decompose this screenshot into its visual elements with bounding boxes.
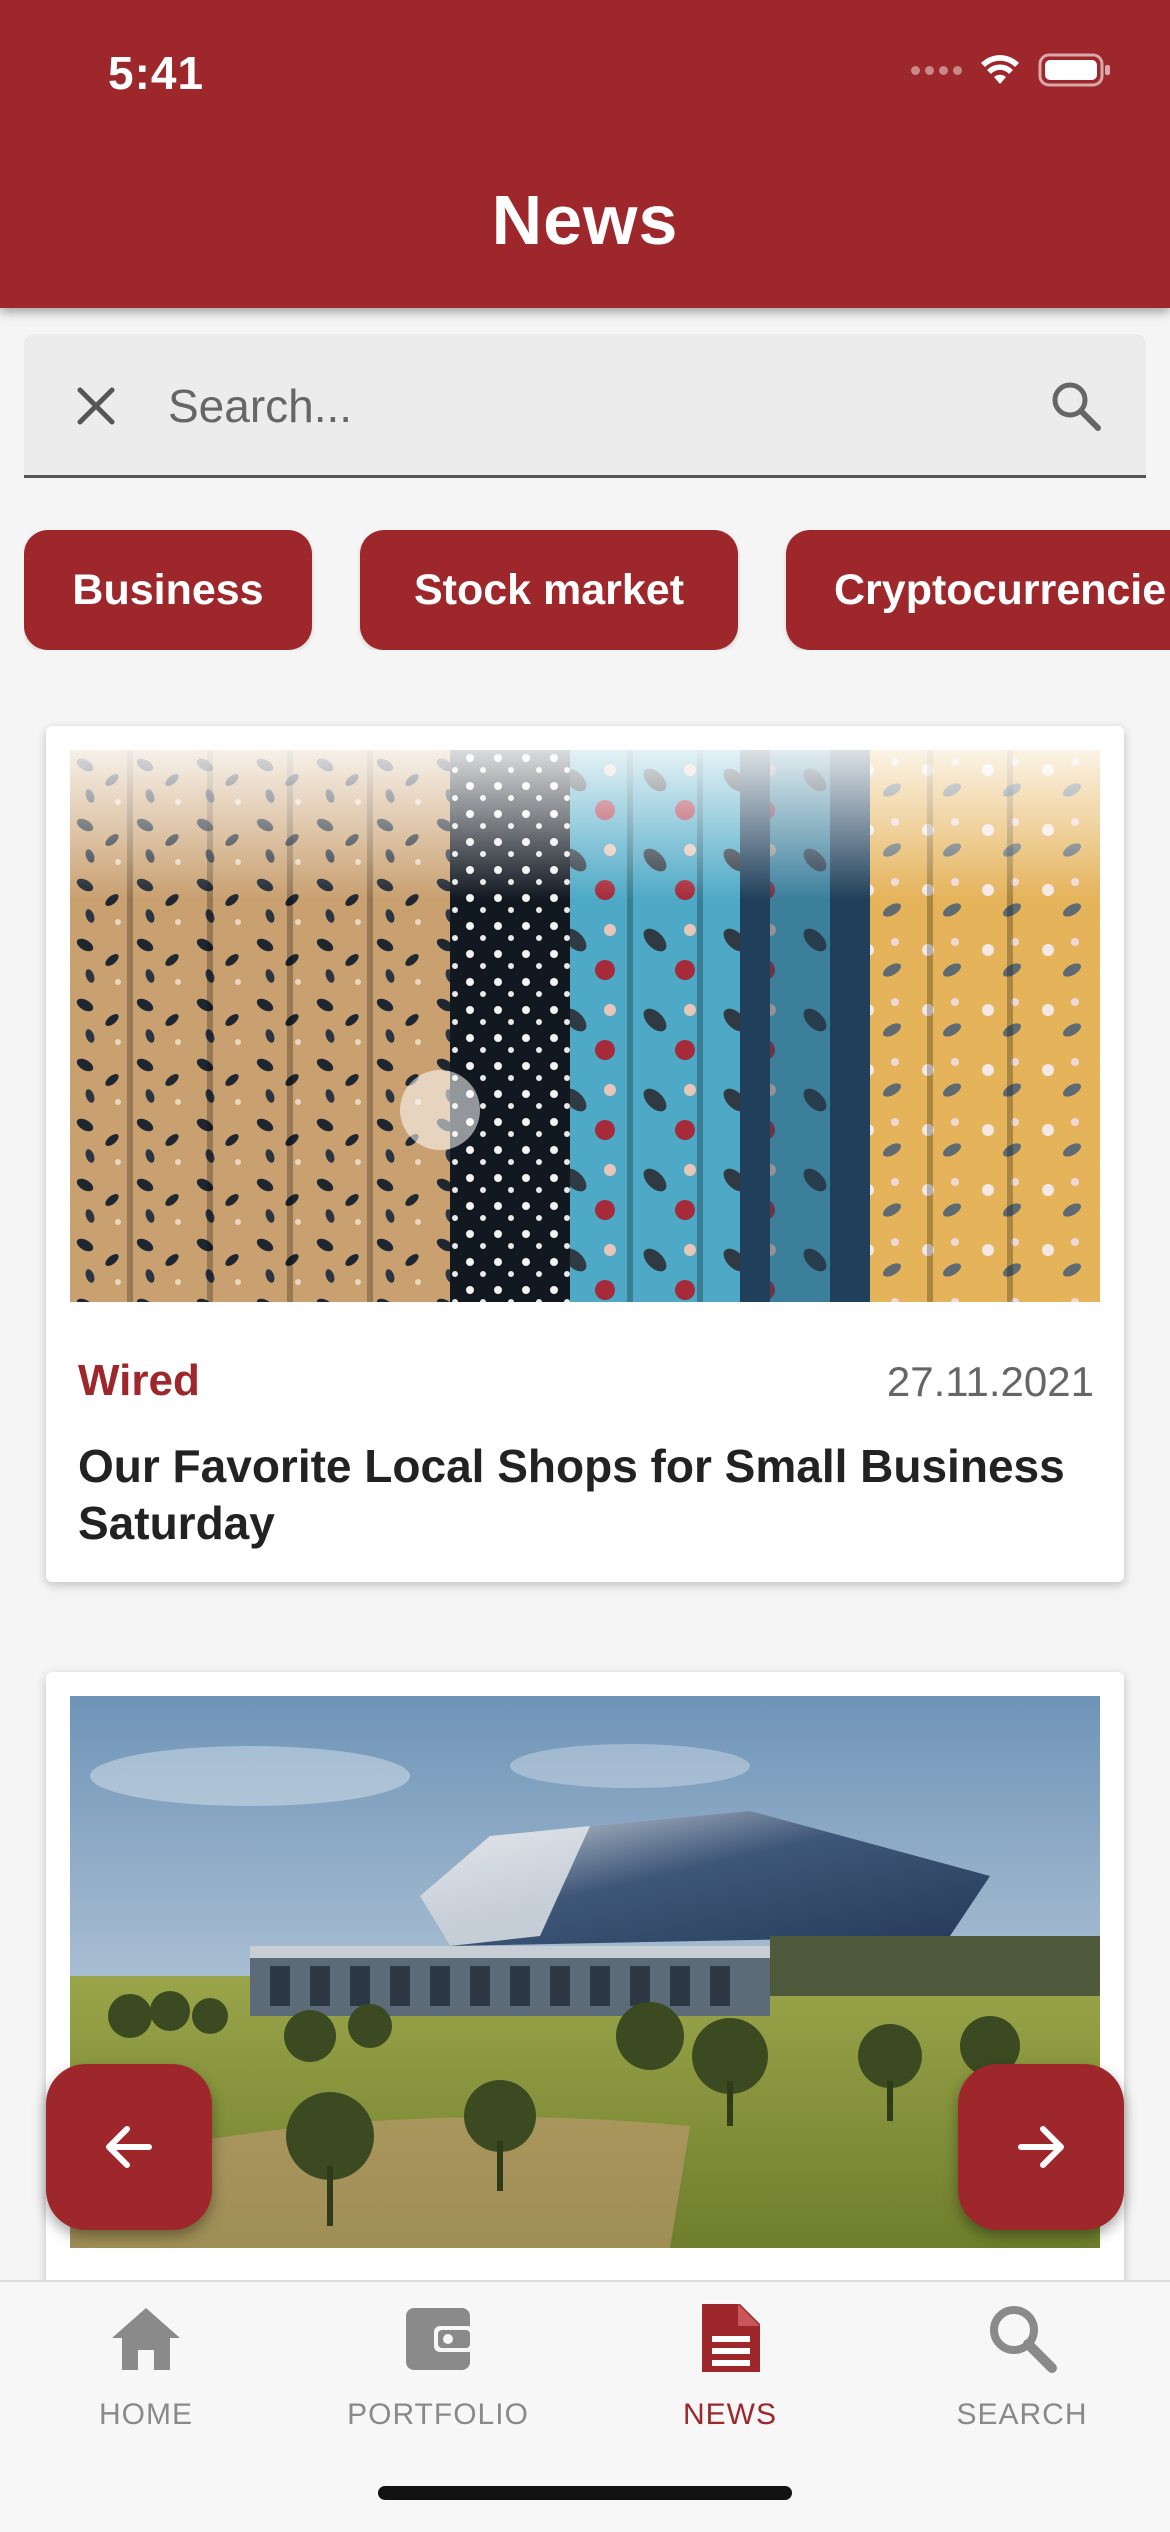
home-icon <box>112 2308 180 2370</box>
tab-search[interactable]: SEARCH <box>876 2282 1168 2452</box>
arrow-left-icon <box>106 2126 152 2168</box>
search-icon <box>990 2306 1057 2373</box>
close-icon[interactable] <box>66 376 126 436</box>
article-source: Wired <box>78 1356 200 1405</box>
tab-label: SEARCH <box>956 2398 1088 2431</box>
news-icon <box>702 2304 760 2372</box>
previous-button[interactable] <box>46 2064 212 2230</box>
tab-label: HOME <box>99 2398 193 2431</box>
article-image <box>70 750 1100 1302</box>
app-header: 5:41 News <box>0 0 1170 308</box>
tab-news[interactable]: NEWS <box>584 2282 876 2452</box>
news-screen: 5:41 News B <box>0 0 1170 2532</box>
wifi-icon <box>981 55 1019 84</box>
tab-label: PORTFOLIO <box>347 2398 529 2431</box>
search-icon[interactable] <box>1046 376 1106 436</box>
article-date: 27.11.2021 <box>886 1358 1094 1405</box>
tab-label: NEWS <box>683 2398 777 2431</box>
article-title[interactable]: Our Favorite Local Shops for Small Busin… <box>78 1438 1078 1552</box>
home-indicator <box>378 2486 792 2500</box>
arrow-right-icon <box>1018 2126 1064 2168</box>
page-title: News <box>491 181 679 259</box>
status-time: 5:41 <box>108 47 205 99</box>
next-button[interactable] <box>958 2064 1124 2230</box>
article-card[interactable]: Wired 27.11.2021 Our Favorite Local Shop… <box>46 726 1124 1582</box>
article-image <box>70 1696 1100 2248</box>
tab-home[interactable]: HOME <box>0 2282 292 2452</box>
chip-cryptocurrencies[interactable]: Cryptocurrencie <box>786 530 1170 650</box>
tab-portfolio[interactable]: PORTFOLIO <box>292 2282 584 2452</box>
search-input[interactable] <box>168 364 1028 448</box>
status-indicators <box>911 52 1112 88</box>
chip-business[interactable]: Business <box>24 530 312 650</box>
battery-icon <box>1038 53 1110 87</box>
category-chips: Business Stock market Cryptocurrencie <box>24 530 1170 650</box>
wallet-icon <box>406 2308 474 2370</box>
chip-stock-market[interactable]: Stock market <box>360 530 738 650</box>
search-bar <box>24 334 1146 478</box>
signal-icon <box>911 65 962 75</box>
